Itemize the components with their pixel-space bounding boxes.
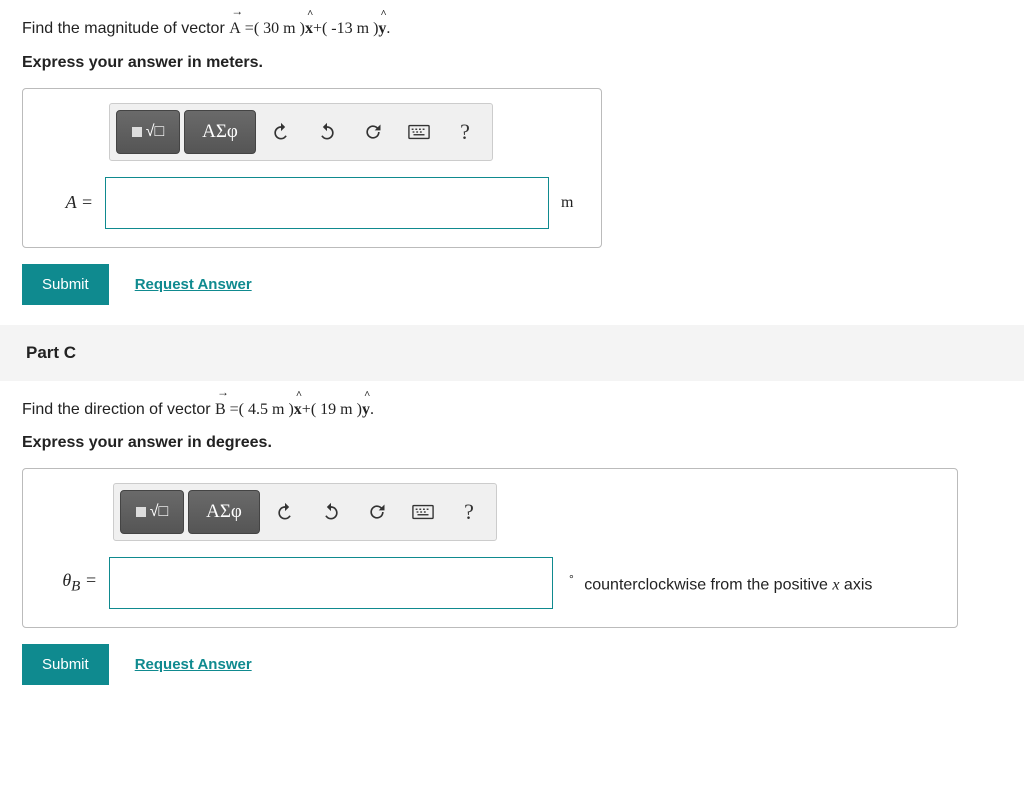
templates-button[interactable]: √□: [120, 490, 184, 534]
q-prefix-c: Find the direction of vector: [22, 401, 215, 418]
vector-A: A: [229, 16, 241, 42]
instruction-c: Express your answer in degrees.: [22, 434, 1002, 452]
var-label-A: A =: [41, 192, 93, 213]
answer-input-A[interactable]: [105, 177, 549, 229]
instruction-b: Express your answer in meters.: [22, 54, 1002, 72]
vector-B: B: [215, 397, 226, 423]
actions-b: Submit Request Answer: [22, 264, 1002, 305]
help-icon[interactable]: ?: [448, 490, 490, 534]
undo-icon[interactable]: [260, 110, 302, 154]
keyboard-icon[interactable]: [402, 490, 444, 534]
square-icon: [132, 127, 142, 137]
vector-expression-c: B =( 4.5 m )x+( 19 m )y.: [215, 401, 374, 418]
part-c-section: Find the direction of vector B =( 4.5 m …: [0, 381, 1024, 706]
unit-degrees-text: ° counterclockwise from the positive x a…: [565, 572, 872, 594]
equation-toolbar-c: √□ ΑΣφ ?: [113, 483, 497, 541]
square-icon: [136, 507, 146, 517]
input-row-c: θB = ° counterclockwise from the positiv…: [41, 557, 939, 609]
unit-m: m: [561, 194, 573, 212]
part-c-header: Part C: [0, 325, 1024, 381]
greek-button[interactable]: ΑΣφ: [188, 490, 260, 534]
request-answer-link-b[interactable]: Request Answer: [135, 276, 252, 293]
equation-toolbar-b: √□ ΑΣφ ?: [109, 103, 493, 161]
answer-box-b: √□ ΑΣφ ? A = m: [22, 88, 602, 248]
submit-button-c[interactable]: Submit: [22, 644, 109, 685]
root-icon: √□: [146, 123, 164, 141]
templates-button[interactable]: √□: [116, 110, 180, 154]
submit-button-b[interactable]: Submit: [22, 264, 109, 305]
var-label-thetaB: θB =: [41, 570, 97, 596]
input-row-b: A = m: [41, 177, 583, 229]
keyboard-icon[interactable]: [398, 110, 440, 154]
redo-icon[interactable]: [310, 490, 352, 534]
greek-button[interactable]: ΑΣφ: [184, 110, 256, 154]
answer-input-thetaB[interactable]: [109, 557, 553, 609]
request-answer-link-c[interactable]: Request Answer: [135, 656, 252, 673]
reset-icon[interactable]: [352, 110, 394, 154]
undo-icon[interactable]: [264, 490, 306, 534]
root-icon: √□: [150, 503, 168, 521]
reset-icon[interactable]: [356, 490, 398, 534]
part-b-section: Find the magnitude of vector A =( 30 m )…: [0, 0, 1024, 325]
question-text-c: Find the direction of vector B =( 4.5 m …: [22, 397, 1002, 423]
q-prefix: Find the magnitude of vector: [22, 20, 229, 37]
help-icon[interactable]: ?: [444, 110, 486, 154]
vector-expression: A =( 30 m )x+( -13 m )y.: [229, 20, 390, 37]
redo-icon[interactable]: [306, 110, 348, 154]
answer-box-c: √□ ΑΣφ ? θB = ° counterclockwise from th…: [22, 468, 958, 628]
question-text-b: Find the magnitude of vector A =( 30 m )…: [22, 16, 1002, 42]
actions-c: Submit Request Answer: [22, 644, 1002, 685]
